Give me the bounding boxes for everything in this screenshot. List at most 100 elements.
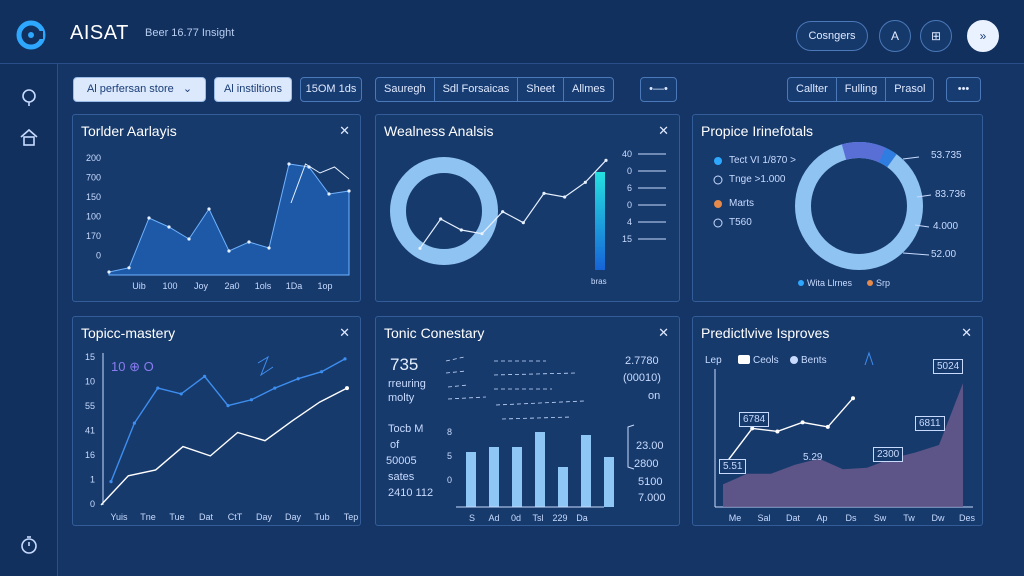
- data-point: [132, 421, 136, 425]
- value-label: 2800: [634, 458, 659, 470]
- area-series: [108, 163, 350, 276]
- more-icon[interactable]: •••: [946, 77, 981, 102]
- donut-chart: [713, 142, 932, 286]
- header-pill-button[interactable]: Cosngers: [796, 21, 868, 51]
- legend-label: Srp: [876, 278, 891, 288]
- stat-line: 50005: [386, 455, 417, 467]
- panel-tonic-summary: Tonic Conestary ✕ S Ad 0d Tsl 229 Da 8 5 0 735 r…: [375, 316, 680, 526]
- scale-tick-label: 40: [622, 149, 632, 159]
- data-point: [249, 398, 253, 402]
- data-point: [583, 180, 587, 184]
- stat-line: 2.7780: [625, 355, 659, 367]
- app-title: AISAT: [70, 22, 129, 44]
- x-tick-label: Ds: [846, 513, 857, 523]
- scale-footer: bras: [591, 277, 607, 286]
- donut-segment: [841, 142, 886, 163]
- scale-tick-label: 0: [627, 200, 632, 210]
- data-point: [147, 216, 151, 220]
- x-tick-label: Joy: [194, 281, 209, 291]
- legend-label: Wita Llrnes: [807, 278, 853, 288]
- legend-swatch: [714, 200, 722, 208]
- home-icon[interactable]: [18, 126, 40, 148]
- y-tick-label: 700: [86, 173, 101, 183]
- line-chart: 151055411610Yuis Tne Tue Dat CtT Day Day Tub Tep: [85, 352, 359, 522]
- data-point: [107, 270, 111, 274]
- caller-button[interactable]: Callter: [788, 78, 837, 101]
- area-chart: 200 700 150 100 170 0 Uib 100 Joy 2a0 1ols 1Da 1op: [86, 153, 351, 291]
- y-tick-label: 200: [86, 153, 101, 163]
- app-header: AISAT Beer 16.77 Insight Cosngers A ⊞ »: [0, 0, 1024, 64]
- data-point: [179, 392, 183, 396]
- tab-sheet[interactable]: Sheet: [518, 78, 564, 101]
- data-point: [226, 404, 230, 408]
- tab-search[interactable]: Sauregh: [376, 78, 435, 101]
- app-logo-icon[interactable]: [16, 20, 46, 50]
- donut-ring: [390, 157, 498, 265]
- scribble-mark: [257, 355, 274, 377]
- data-point: [480, 232, 484, 236]
- y-tick-label: 0: [96, 251, 101, 261]
- x-tick-label: 1Da: [286, 281, 303, 291]
- panel-practice-info: Propice Irinefotals Tect VI 1/870 > Tnge…: [692, 114, 983, 302]
- store-select[interactable]: Al perfersan store ⌄: [73, 77, 206, 102]
- data-point: [825, 424, 830, 429]
- timer-icon[interactable]: [18, 534, 40, 556]
- line-series: [726, 397, 854, 463]
- stat-line: Tocb M: [388, 423, 424, 435]
- value-label: 83.736: [935, 189, 966, 200]
- bar: [558, 467, 568, 507]
- chart-annotation: 10 ⊕ O: [111, 359, 154, 374]
- data-point: [439, 217, 443, 221]
- legend-swatch: [867, 280, 873, 286]
- grid-icon[interactable]: ⊞: [920, 20, 952, 52]
- x-tick-label: Tue: [169, 512, 184, 522]
- stat-line: on: [648, 390, 661, 402]
- x-tick-label: Da: [576, 513, 588, 523]
- x-tick-label: 2a0: [224, 281, 239, 291]
- x-tick-label: 1op: [317, 281, 332, 291]
- legend-swatch: [713, 175, 723, 185]
- data-point: [307, 165, 311, 169]
- scale-tick-label: 15: [622, 234, 632, 244]
- data-label: 6811: [915, 416, 945, 431]
- panel-wellness-analysis: Wealness Analsis ✕ 40 0 6 0 4 15 bras: [375, 114, 680, 302]
- bar: [512, 447, 522, 507]
- x-tick-label: Uib: [132, 281, 146, 291]
- stat-line: (00010): [623, 372, 661, 384]
- legend-label: Marts: [729, 198, 754, 209]
- search-icon[interactable]: [18, 86, 40, 108]
- x-tick-label: Ad: [488, 513, 499, 523]
- range-button[interactable]: 15OM 1ds: [300, 77, 362, 102]
- toggle-switch[interactable]: •—•: [640, 77, 677, 102]
- x-tick-label: Tep: [344, 512, 359, 522]
- forward-icon[interactable]: »: [967, 20, 999, 52]
- bar: [466, 452, 476, 507]
- data-point: [167, 225, 171, 229]
- chevron-down-icon: ⌄: [182, 83, 193, 95]
- fulling-button[interactable]: Fulling: [837, 78, 887, 101]
- data-label: 6784: [739, 412, 770, 427]
- store-select-value: Al perfersan store: [86, 83, 174, 95]
- text-line: molty: [388, 392, 415, 404]
- legend-label: Bents: [801, 355, 827, 366]
- data-point: [267, 246, 271, 250]
- y-tick-label: 15: [85, 352, 95, 362]
- legend-swatch: [714, 157, 722, 165]
- line-series: [419, 159, 607, 249]
- x-tick-label: Dat: [199, 512, 214, 522]
- y-tick-label: 16: [85, 450, 95, 460]
- user-a-button[interactable]: A: [879, 20, 911, 52]
- x-tick-label: 1ols: [255, 281, 272, 291]
- tab-allmes[interactable]: Allmes: [564, 78, 613, 101]
- y-tick-label: 0: [90, 499, 95, 509]
- y-tick-label: 1: [90, 475, 95, 485]
- data-point: [501, 210, 505, 214]
- prasol-button[interactable]: Prasol: [886, 78, 933, 101]
- data-point: [273, 386, 277, 390]
- scale-tick-label: 0: [627, 166, 632, 176]
- tab-forecasts[interactable]: Sdl Forsaicas: [435, 78, 519, 101]
- value-label: 7.000: [638, 492, 666, 504]
- data-point: [563, 195, 567, 199]
- institutions-button[interactable]: Al instiltions: [214, 77, 292, 102]
- x-tick-label: Day: [256, 512, 273, 522]
